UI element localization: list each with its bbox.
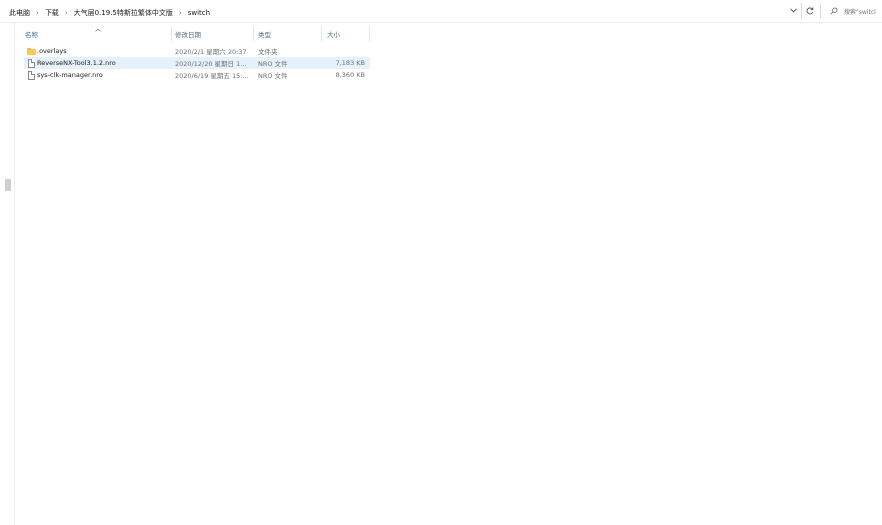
breadcrumb-item-switch[interactable]: switch	[186, 9, 212, 17]
chevron-down-icon	[789, 8, 797, 13]
file-date: 2020/2/1 星期六 20:37	[175, 48, 247, 56]
file-size	[321, 45, 365, 57]
search-icon	[829, 7, 838, 16]
file-type: NRO 文件	[258, 72, 288, 80]
breadcrumb: 此电脑 › 下载 › 大气层0.19.5特斯拉繁体中文版 › switch	[7, 4, 212, 22]
column-header-type[interactable]: 类型	[258, 27, 318, 41]
breadcrumb-separator[interactable]: ›	[175, 9, 186, 17]
navigation-pane-splitter[interactable]	[5, 179, 11, 191]
breadcrumb-separator[interactable]: ›	[32, 9, 43, 17]
column-header-size[interactable]: 大小	[327, 27, 367, 41]
file-size: 8,360 KB	[335, 71, 365, 79]
file-date: 2020/12/20 星期日 1...	[175, 60, 247, 68]
breadcrumb-item-atmosphere-folder[interactable]: 大气层0.19.5特斯拉繁体中文版	[72, 8, 175, 18]
address-bar[interactable]: 此电脑 › 下载 › 大气层0.19.5特斯拉繁体中文版 › switch	[0, 4, 882, 22]
search-box[interactable]: 搜索"switcl	[829, 4, 882, 18]
breadcrumb-separator[interactable]: ›	[61, 9, 72, 17]
column-divider[interactable]	[321, 27, 322, 41]
column-divider[interactable]	[253, 27, 254, 41]
list-item-reversenx[interactable]: ReverseNX-Tool3.1.2.nro 2020/12/20 星期日 1…	[24, 57, 370, 69]
address-history-button[interactable]	[786, 4, 800, 17]
file-name: sys-clk-manager.nro	[37, 71, 103, 79]
breadcrumb-item-this-pc[interactable]: 此电脑	[7, 8, 32, 18]
list-item-sys-clk-manager[interactable]: sys-clk-manager.nro 2020/6/19 星期五 15:...…	[24, 69, 370, 81]
list-item-overlays[interactable]: .overlays 2020/2/1 星期六 20:37 文件夹	[24, 45, 370, 57]
file-icon	[28, 57, 35, 69]
refresh-button[interactable]	[803, 4, 817, 17]
breadcrumb-item-downloads[interactable]: 下载	[43, 8, 61, 18]
file-type: 文件夹	[258, 48, 278, 56]
address-divider	[801, 3, 802, 18]
address-divider	[820, 3, 821, 18]
file-size: 7,183 KB	[335, 59, 365, 67]
file-name: .overlays	[37, 47, 67, 55]
file-name: ReverseNX-Tool3.1.2.nro	[37, 59, 116, 67]
column-divider[interactable]	[369, 27, 370, 41]
refresh-icon	[806, 6, 814, 14]
column-header-name[interactable]: 名称	[25, 27, 175, 41]
file-icon	[28, 69, 35, 81]
file-type: NRO 文件	[258, 60, 288, 68]
column-header-date[interactable]: 修改日期	[175, 27, 255, 41]
folder-icon	[27, 45, 36, 57]
search-input[interactable]: 搜索"switcl	[844, 7, 876, 16]
navigation-pane-border	[14, 23, 15, 525]
column-divider[interactable]	[171, 27, 172, 41]
address-bar-border	[0, 22, 882, 23]
file-date: 2020/6/19 星期五 15:...	[175, 72, 249, 80]
